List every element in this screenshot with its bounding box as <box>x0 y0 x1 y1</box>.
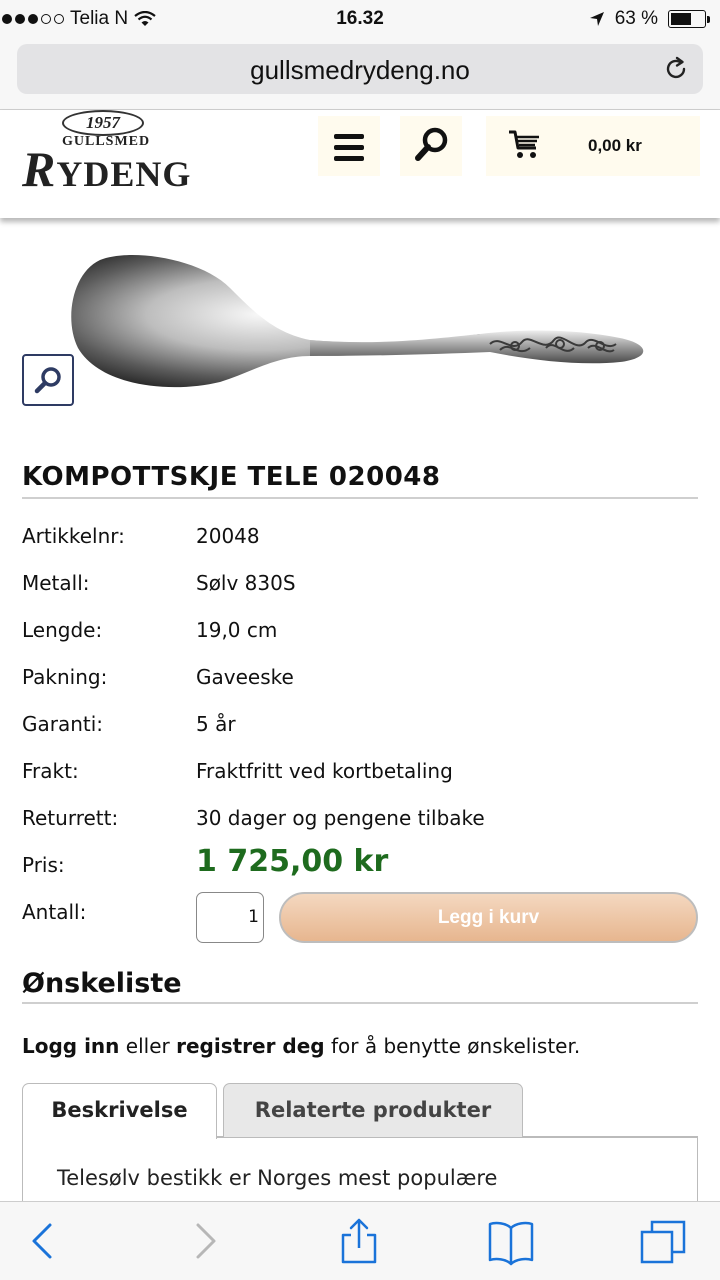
or-text: eller <box>119 1034 177 1058</box>
spec-label: Lengde: <box>22 618 103 642</box>
price-label: Pris: <box>22 853 65 877</box>
spec-label: Artikkelnr: <box>22 524 125 548</box>
spec-value: 19,0 cm <box>196 618 278 642</box>
battery-percent: 63 % <box>614 8 658 29</box>
wishlist-suffix: for å benytte ønskelister. <box>324 1034 581 1058</box>
location-arrow-icon <box>589 12 604 26</box>
search-button[interactable] <box>400 116 462 176</box>
back-icon[interactable] <box>20 1216 70 1266</box>
title-divider <box>22 497 698 499</box>
spec-value: Sølv 830S <box>196 571 296 595</box>
spec-value: 30 dager og pengene tilbake <box>196 806 485 830</box>
status-bar: Telia N 16.32 63 % <box>0 0 720 38</box>
quantity-input[interactable]: 1 <box>196 892 264 943</box>
spec-label: Metall: <box>22 571 90 595</box>
forward-icon[interactable] <box>180 1216 230 1266</box>
login-link[interactable]: Logg inn <box>22 1034 119 1058</box>
battery-icon <box>668 10 710 28</box>
logo-year: 1957 <box>62 110 144 136</box>
spec-label: Pakning: <box>22 665 108 689</box>
spec-label: Garanti: <box>22 712 104 736</box>
share-icon[interactable] <box>334 1216 384 1266</box>
search-icon <box>415 127 448 161</box>
menu-icon <box>334 134 364 139</box>
site-header: 1957 GULLSMED RYDENG 0,00 kr <box>0 110 720 218</box>
logo-initial: R <box>22 141 57 197</box>
spec-value: Gaveeske <box>196 665 294 689</box>
spec-value: Fraktfritt ved kortbetaling <box>196 759 453 783</box>
add-to-cart-button[interactable]: Legg i kurv <box>279 892 698 943</box>
cart-total: 0,00 kr <box>588 136 642 155</box>
wishlist-heading: Ønskeliste <box>22 968 182 999</box>
magnifier-icon <box>34 367 61 394</box>
spec-label: Frakt: <box>22 759 79 783</box>
cart-icon <box>509 130 539 158</box>
product-title: KOMPOTTSKJE TELE 020048 <box>22 462 441 492</box>
battery-level <box>671 13 692 25</box>
spec-label: Returrett: <box>22 806 119 830</box>
address-bar[interactable]: gullsmedrydeng.no <box>17 44 703 94</box>
tab-description[interactable]: Beskrivelse <box>22 1083 217 1139</box>
cart-button[interactable]: 0,00 kr <box>486 116 700 176</box>
bookmarks-icon[interactable] <box>486 1216 536 1266</box>
register-link[interactable]: registrer deg <box>176 1034 325 1058</box>
logo-name: RYDENG <box>22 140 191 198</box>
spec-value: 5 år <box>196 712 236 736</box>
browser-toolbar <box>0 1201 720 1280</box>
menu-button[interactable] <box>318 116 380 176</box>
description-text: Telesølv bestikk er Norges mest populære <box>57 1166 498 1190</box>
spec-value: 20048 <box>196 524 260 548</box>
tab-related-products[interactable]: Relaterte produkter <box>223 1083 523 1137</box>
wishlist-divider <box>22 1002 698 1004</box>
url-text[interactable]: gullsmedrydeng.no <box>17 55 703 86</box>
reload-icon[interactable] <box>663 56 689 82</box>
browser-chrome: gullsmedrydeng.no <box>0 38 720 110</box>
status-right: 63 % <box>589 8 710 30</box>
wishlist-login-text: Logg inn eller registrer deg for å benyt… <box>22 1034 580 1058</box>
site-logo[interactable]: 1957 GULLSMED RYDENG <box>22 110 190 197</box>
quantity-label: Antall: <box>22 900 87 924</box>
tabs-icon[interactable] <box>638 1216 688 1266</box>
product-image[interactable] <box>60 248 660 398</box>
image-zoom-button[interactable] <box>22 354 74 406</box>
price-value: 1 725,00 kr <box>196 844 389 879</box>
logo-rest: YDENG <box>56 154 192 194</box>
